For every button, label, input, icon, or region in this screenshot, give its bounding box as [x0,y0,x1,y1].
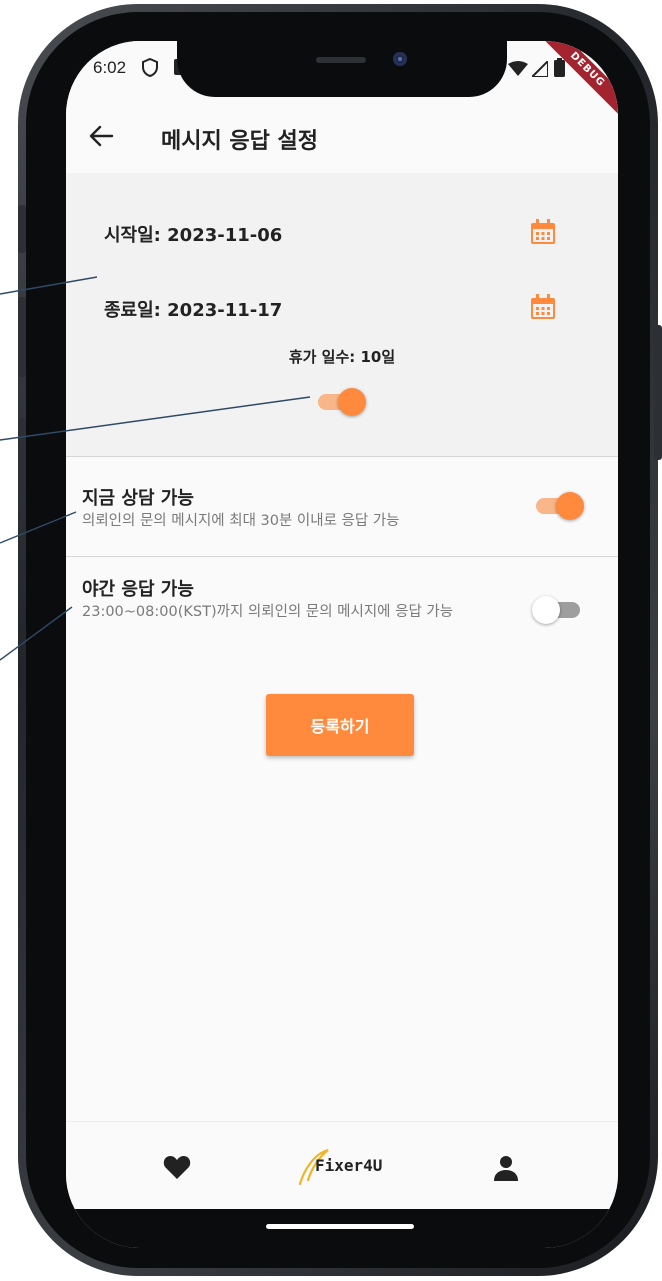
wifi-icon [508,61,528,76]
front-camera [393,52,407,66]
toggle-thumb [532,596,560,624]
end-date-label: 종료일: 2023-11-17 [104,300,283,321]
bottom-nav: Fixer4U [66,1121,618,1212]
phone-screen: 6:02 DEBUG 메시지 응답 설정 시작일: 2023-11-06 종료일… [66,41,618,1248]
night-response-description: 23:00~08:00(KST)까지 의뢰인의 문의 메시지에 응답 가능 [82,604,454,620]
toggle-thumb [556,492,584,520]
night-response-toggle[interactable] [532,596,584,624]
toggle-thumb [338,388,366,416]
status-time: 6:02 [93,58,127,77]
back-arrow-icon[interactable] [88,123,114,149]
start-date-label: 시작일: 2023-11-06 [104,225,283,246]
vacation-days-label: 휴가 일수: 10일 [288,348,396,366]
person-icon[interactable] [494,1155,518,1181]
speaker-grille [316,57,366,63]
home-indicator-area [66,1209,618,1248]
phone-power-button [654,325,662,460]
divider [66,556,618,557]
logo-text: Fixer4U [315,1156,383,1175]
vacation-section: 시작일: 2023-11-06 종료일: 2023-11-17 휴가 일수: 1… [66,173,618,456]
phone-volume-up-button [18,297,26,377]
consult-now-title: 지금 상담 가능 [82,488,194,509]
page-title: 메시지 응답 설정 [161,129,318,154]
battery-icon [554,58,565,77]
phone-side-button [18,205,26,253]
consult-now-toggle[interactable] [536,492,584,520]
phone-volume-down-button [18,418,26,498]
home-indicator[interactable] [266,1224,414,1229]
app-logo[interactable]: Fixer4U [296,1148,396,1188]
night-response-title: 야간 응답 가능 [82,579,194,600]
register-button[interactable]: 등록하기 [266,694,414,756]
end-calendar-icon[interactable] [529,293,557,321]
notch [177,41,507,97]
app-bar: 메시지 응답 설정 [66,97,618,173]
consult-now-description: 의뢰인의 문의 메시지에 최대 30분 이내로 응답 가능 [82,513,400,529]
divider [66,456,618,457]
start-calendar-icon[interactable] [529,218,557,246]
heart-icon[interactable] [163,1155,191,1180]
signal-icon [532,61,548,77]
vacation-toggle[interactable] [318,388,366,416]
shield-icon [142,58,158,77]
